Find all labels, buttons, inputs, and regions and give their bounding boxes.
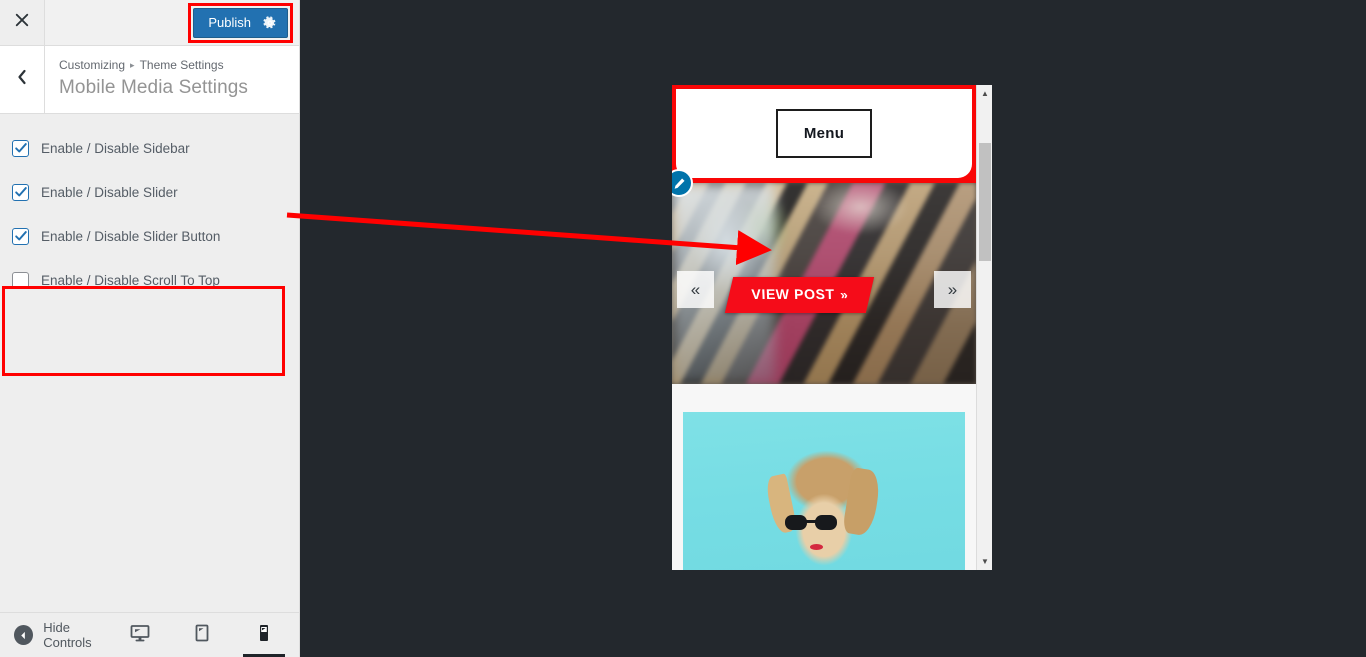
device-switcher xyxy=(119,613,299,657)
site-slider[interactable]: « » VIEW POST» xyxy=(672,183,976,384)
control-label-sidebar[interactable]: Enable / Disable Sidebar xyxy=(41,141,190,156)
gear-icon[interactable] xyxy=(263,15,277,30)
hide-controls-label: Hide Controls xyxy=(43,620,92,650)
device-button-mobile[interactable] xyxy=(243,614,285,657)
close-icon xyxy=(15,13,29,32)
site-content xyxy=(672,384,976,570)
scrollbar-up-arrow-icon[interactable]: ▲ xyxy=(977,85,992,102)
control-row-sidebar[interactable]: Enable / Disable Sidebar xyxy=(0,126,299,170)
customizer-footer: Hide Controls xyxy=(0,612,299,657)
checkbox-enable-disable-slider-button[interactable] xyxy=(12,227,29,245)
view-post-chevron-icon: » xyxy=(838,287,850,302)
device-button-desktop[interactable] xyxy=(119,614,161,657)
collapse-left-icon xyxy=(14,625,34,645)
breadcrumb-section: Theme Settings xyxy=(139,58,224,72)
site-header: Menu xyxy=(672,85,976,197)
preview-viewport[interactable]: Menu « » VIEW POST» xyxy=(672,85,976,570)
breadcrumb: Customizing ▸ Theme Settings xyxy=(59,57,248,73)
control-label-scroll-to-top[interactable]: Enable / Disable Scroll To Top xyxy=(41,273,220,288)
screen: Publish Customizing ▸ Theme Settings Mob… xyxy=(0,0,1366,657)
control-row-slider-button[interactable]: Enable / Disable Slider Button xyxy=(0,214,299,258)
scrollbar-thumb[interactable] xyxy=(979,143,991,261)
page-title: Mobile Media Settings xyxy=(59,77,249,98)
publish-area: Publish xyxy=(45,0,299,45)
checkbox-enable-disable-sidebar[interactable] xyxy=(12,139,29,157)
photo-detail xyxy=(809,544,823,551)
publish-button-label: Publish xyxy=(208,15,251,30)
slider-next-button[interactable]: » xyxy=(934,271,971,308)
preview-scrollbar[interactable]: ▲ ▼ xyxy=(976,85,992,570)
control-label-slider-button[interactable]: Enable / Disable Slider Button xyxy=(41,229,220,244)
mobile-icon xyxy=(254,623,274,648)
control-label-slider[interactable]: Enable / Disable Slider xyxy=(41,185,178,200)
view-post-text: VIEW POST xyxy=(749,286,837,302)
hide-controls-button[interactable]: Hide Controls xyxy=(0,620,119,650)
tablet-icon xyxy=(192,623,212,648)
device-button-tablet[interactable] xyxy=(181,614,223,657)
customizer-title-row: Customizing ▸ Theme Settings Mobile Medi… xyxy=(0,46,299,114)
desktop-icon xyxy=(130,623,150,648)
publish-highlight-box: Publish xyxy=(188,2,293,43)
view-post-button-label: VIEW POST» xyxy=(749,286,850,302)
close-customizer-button[interactable] xyxy=(0,0,45,45)
customizer-titles: Customizing ▸ Theme Settings Mobile Medi… xyxy=(45,46,248,113)
scrollbar-down-arrow-icon[interactable]: ▼ xyxy=(977,553,992,570)
checkbox-enable-disable-scroll-to-top[interactable] xyxy=(12,271,29,289)
mobile-preview-frame: Menu « » VIEW POST» ▲ ▼ xyxy=(672,85,992,570)
breadcrumb-separator-icon: ▸ xyxy=(130,60,135,70)
site-header-inner: Menu xyxy=(676,89,972,178)
preview-area: Menu « » VIEW POST» ▲ ▼ xyxy=(300,0,1366,657)
checkbox-enable-disable-slider[interactable] xyxy=(12,183,29,201)
customizer-sidebar: Publish Customizing ▸ Theme Settings Mob… xyxy=(0,0,300,657)
controls-list: Enable / Disable Sidebar Enable / Disabl… xyxy=(0,114,299,376)
menu-button[interactable]: Menu xyxy=(775,109,873,158)
photo-detail xyxy=(841,466,882,537)
photo-detail xyxy=(784,514,837,530)
breadcrumb-root: Customizing xyxy=(59,58,126,72)
slider-prev-button[interactable]: « xyxy=(677,271,714,308)
customizer-header: Publish xyxy=(0,0,299,46)
view-post-button[interactable]: VIEW POST» xyxy=(724,277,875,313)
publish-button[interactable]: Publish xyxy=(193,7,288,38)
chevron-left-icon xyxy=(16,69,28,90)
post-featured-image xyxy=(683,412,965,570)
back-button[interactable] xyxy=(0,46,45,113)
control-row-slider[interactable]: Enable / Disable Slider xyxy=(0,170,299,214)
control-row-scroll-to-top[interactable]: Enable / Disable Scroll To Top xyxy=(0,258,299,302)
